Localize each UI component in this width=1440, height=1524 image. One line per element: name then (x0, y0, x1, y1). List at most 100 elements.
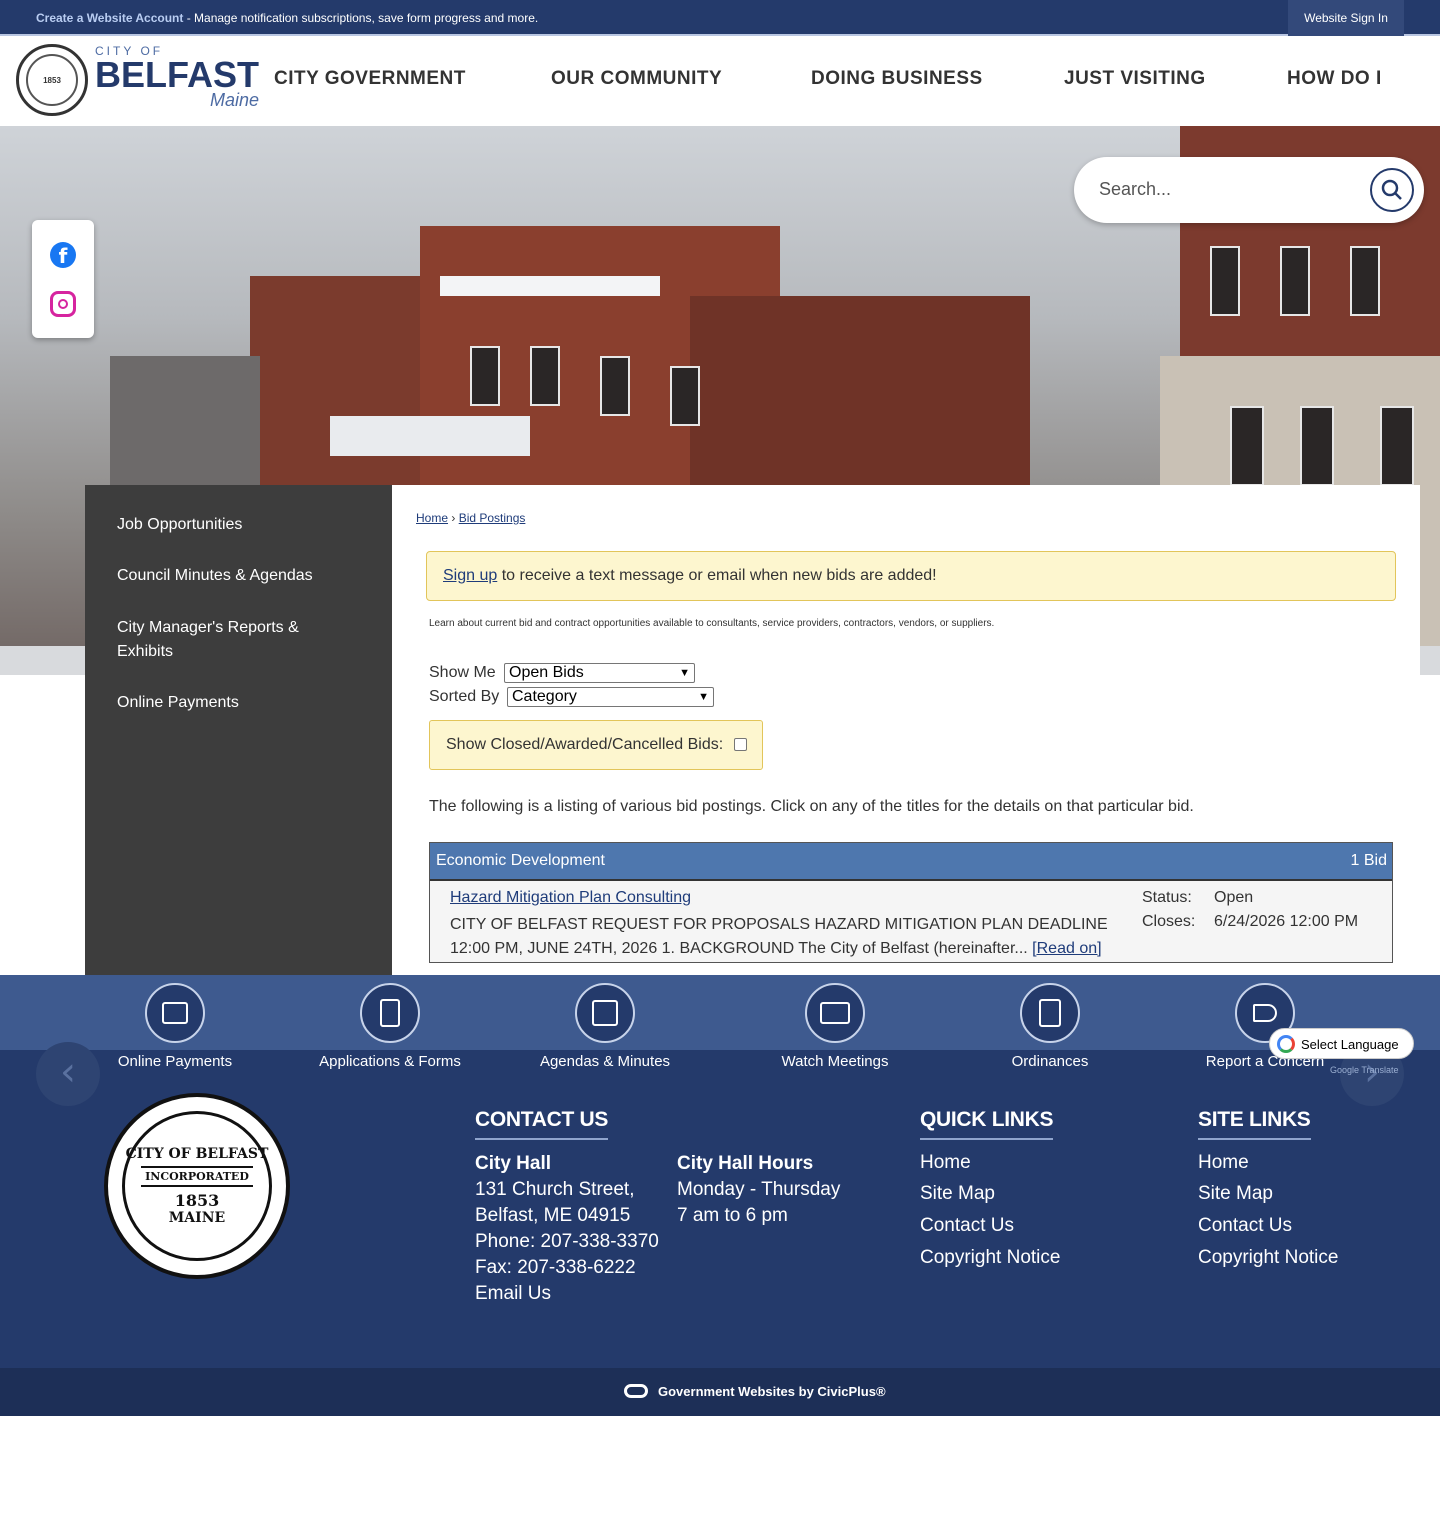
quick-link-label: Watch Meetings (781, 1053, 889, 1070)
hours-days: Monday - Thursday (677, 1179, 841, 1200)
footer-quick-link-copyright[interactable]: Copyright Notice (920, 1247, 1060, 1269)
account-message-text: - Manage notification subscriptions, sav… (183, 11, 539, 25)
footer-site-link-copyright[interactable]: Copyright Notice (1198, 1247, 1338, 1269)
sorted-by-select[interactable]: Category ▼ (507, 687, 714, 707)
closes-value: 6/24/2026 12:00 PM (1214, 913, 1359, 930)
civicplus-link[interactable]: Government Websites by CivicPlus® (658, 1384, 886, 1399)
show-me-label: Show Me (429, 664, 496, 681)
bids-table: Economic Development 1 Bid Hazard Mitiga… (429, 842, 1393, 963)
footer-site-link-home[interactable]: Home (1198, 1152, 1249, 1174)
select-language-button[interactable]: Select Language (1269, 1028, 1414, 1059)
footer-quick-link-site-map[interactable]: Site Map (920, 1183, 995, 1205)
breadcrumb-bid-postings[interactable]: Bid Postings (459, 511, 526, 525)
account-message: Create a Website Account - Manage notifi… (36, 11, 538, 25)
show-closed-checkbox[interactable] (734, 738, 747, 751)
seal-ring: CITY OF BELFAST INCORPORATED 1853 MAINE (122, 1111, 272, 1261)
site-links-heading: SITE LINKS (1198, 1108, 1311, 1140)
social-links: f (32, 220, 94, 338)
credit-card-icon (145, 983, 205, 1043)
bid-category-header: Economic Development 1 Bid (430, 843, 1392, 879)
quick-link-online-payments[interactable]: Online Payments (85, 983, 265, 1070)
table-row: Hazard Mitigation Plan Consulting CITY O… (430, 879, 1392, 962)
nav-doing-business[interactable]: DOING BUSINESS (811, 68, 983, 90)
calendar-icon (575, 983, 635, 1043)
search-input[interactable]: Search... (1099, 179, 1171, 200)
breadcrumb-home[interactable]: Home (416, 511, 448, 525)
address-line-2: Belfast, ME 04915 (475, 1205, 631, 1226)
intro-text: Learn about current bid and contract opp… (429, 618, 995, 629)
seal-year-text: 1853 (174, 1191, 220, 1210)
logo-belfast: BELFAST (95, 54, 260, 95)
search-button[interactable] (1370, 168, 1414, 212)
read-on-link[interactable]: [Read on] (1032, 940, 1101, 957)
footer-quick-link-contact-us[interactable]: Contact Us (920, 1215, 1014, 1237)
contact-us-heading: CONTACT US (475, 1108, 608, 1140)
search-icon (1381, 179, 1402, 200)
email-us-link[interactable]: Email Us (475, 1281, 659, 1307)
seal-mid-text: INCORPORATED (141, 1166, 253, 1187)
sidebar-item-city-manager-reports[interactable]: City Manager's Reports & Exhibits (117, 616, 357, 664)
bid-description: CITY OF BELFAST REQUEST FOR PROPOSALS HA… (450, 913, 1150, 961)
nav-how-do-i[interactable]: HOW DO I (1287, 68, 1382, 90)
city-hall-label: City Hall (475, 1153, 552, 1174)
google-icon (1277, 1035, 1295, 1053)
quick-link-label: Ordinances (1011, 1053, 1089, 1070)
create-account-link[interactable]: Create a Website Account (36, 11, 183, 25)
signup-alert: Sign up to receive a text message or ema… (426, 551, 1396, 601)
quick-link-agendas-minutes[interactable]: Agendas & Minutes (515, 983, 695, 1070)
contact-info: City Hall 131 Church Street, Belfast, ME… (475, 1151, 659, 1307)
document-icon (360, 983, 420, 1043)
sidebar-item-job-opportunities[interactable]: Job Opportunities (117, 513, 357, 537)
quick-link-ordinances[interactable]: Ordinances (960, 983, 1140, 1070)
website-sign-in-button[interactable]: Website Sign In (1288, 0, 1404, 36)
nav-city-government[interactable]: CITY GOVERNMENT (274, 68, 466, 90)
bid-category-name: Economic Development (436, 852, 605, 869)
seal-year: 1853 (43, 75, 61, 85)
sign-up-link[interactable]: Sign up (443, 567, 497, 584)
sidebar-nav: Job Opportunities Council Minutes & Agen… (85, 485, 392, 990)
instagram-icon[interactable] (50, 291, 76, 317)
select-language-label: Select Language (1301, 1037, 1399, 1052)
bid-title-link[interactable]: Hazard Mitigation Plan Consulting (450, 889, 691, 907)
alert-text: to receive a text message or email when … (497, 567, 937, 584)
city-seal-logo[interactable]: 1853 (16, 44, 88, 116)
powered-by-google-translate: Google Translate (1330, 1065, 1399, 1075)
bid-description-text: CITY OF BELFAST REQUEST FOR PROPOSALS HA… (450, 916, 1108, 957)
chevron-down-icon: ▼ (679, 667, 690, 679)
quick-link-label: Applications & Forms (319, 1053, 461, 1070)
status-label: Status: (1142, 889, 1192, 906)
footer-site-link-contact-us[interactable]: Contact Us (1198, 1215, 1292, 1237)
status-value: Open (1214, 889, 1254, 906)
site-header: 1853 CITY OF BELFAST Maine CITY GOVERNME… (0, 36, 1440, 126)
quick-link-label: Agendas & Minutes (539, 1053, 671, 1070)
show-closed-box: Show Closed/Awarded/Cancelled Bids: (429, 720, 763, 770)
hours-time: 7 am to 6 pm (677, 1205, 788, 1226)
sidebar-item-council-minutes[interactable]: Council Minutes & Agendas (117, 564, 357, 588)
quick-links-heading: QUICK LINKS (920, 1108, 1054, 1140)
chevron-down-icon: ▼ (698, 691, 709, 703)
breadcrumb: Home › Bid Postings (416, 511, 525, 525)
quick-link-applications-forms[interactable]: Applications & Forms (300, 983, 480, 1070)
sidebar-item-online-payments[interactable]: Online Payments (117, 691, 357, 715)
sorted-by-value: Category (512, 688, 577, 705)
site-search: Search... (1074, 157, 1424, 223)
bid-count: 1 Bid (1350, 852, 1387, 869)
hours-info: City Hall Hours Monday - Thursday 7 am t… (677, 1151, 840, 1229)
city-seal-footer: CITY OF BELFAST INCORPORATED 1853 MAINE (104, 1093, 290, 1279)
footer-site-link-site-map[interactable]: Site Map (1198, 1183, 1273, 1205)
quick-link-label: Online Payments (117, 1053, 233, 1070)
show-me-select[interactable]: Open Bids ▼ (504, 663, 695, 683)
seal-inner: 1853 (26, 54, 78, 106)
sorted-by-label: Sorted By (429, 688, 500, 705)
facebook-icon[interactable]: f (50, 242, 76, 268)
footer-quick-link-home[interactable]: Home (920, 1152, 971, 1174)
quick-link-watch-meetings[interactable]: Watch Meetings (745, 983, 925, 1070)
address-line-1: 131 Church Street, (475, 1179, 635, 1200)
nav-our-community[interactable]: OUR COMMUNITY (551, 68, 722, 90)
nav-just-visiting[interactable]: JUST VISITING (1064, 68, 1206, 90)
main-content: Home › Bid Postings Sign up to receive a… (392, 485, 1420, 975)
scroll-icon (1020, 983, 1080, 1043)
listing-description: The following is a listing of various bi… (429, 798, 1194, 815)
logo-wordmark[interactable]: CITY OF BELFAST Maine (95, 44, 259, 111)
civicplus-logo-icon (624, 1384, 648, 1398)
